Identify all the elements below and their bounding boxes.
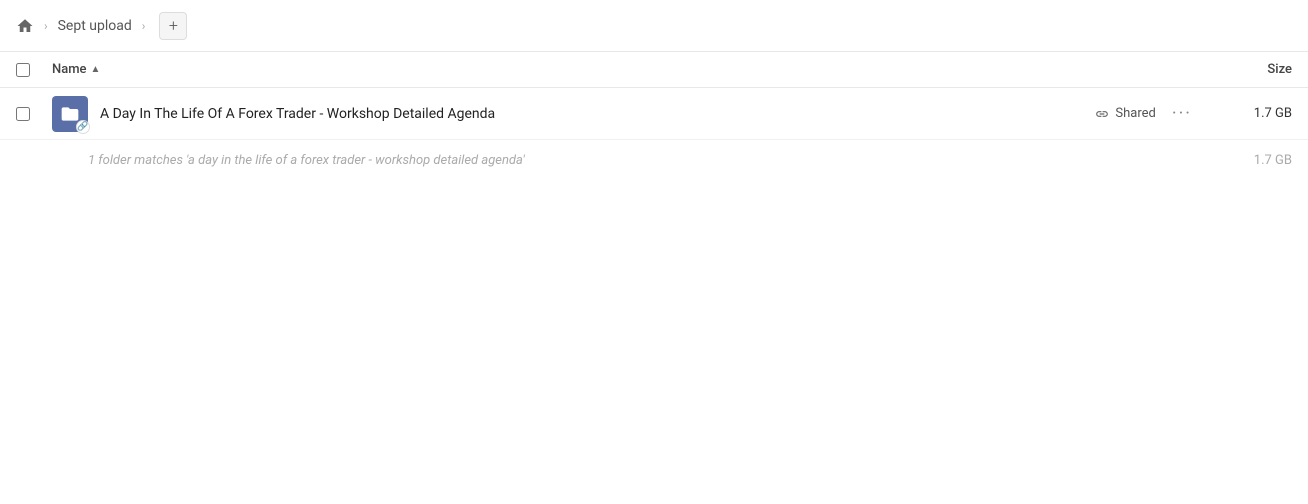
shared-link-overlay-icon: 🔗: [76, 120, 90, 134]
summary-text: 1 folder matches 'a day in the life of a…: [88, 153, 1212, 168]
table-row[interactable]: 🔗 A Day In The Life Of A Forex Trader - …: [0, 88, 1308, 140]
row-checkbox-container[interactable]: [16, 107, 52, 121]
home-icon: [16, 17, 34, 35]
breadcrumb-bar: › Sept upload › +: [0, 0, 1308, 52]
shared-label: Shared: [1115, 106, 1155, 121]
breadcrumb-add-button[interactable]: +: [159, 12, 187, 40]
column-headers: Name ▲ Size: [0, 52, 1308, 88]
folder-icon: 🔗: [52, 96, 88, 132]
summary-row: 1 folder matches 'a day in the life of a…: [0, 140, 1308, 180]
file-size: 1.7 GB: [1212, 106, 1292, 121]
select-all-checkbox-container[interactable]: [16, 63, 52, 77]
breadcrumb-sept-upload[interactable]: Sept upload: [58, 18, 132, 34]
column-name-header[interactable]: Name ▲: [52, 62, 1192, 77]
link-icon: [1095, 107, 1109, 121]
select-all-checkbox[interactable]: [16, 63, 30, 77]
file-name: A Day In The Life Of A Forex Trader - Wo…: [100, 106, 1095, 122]
row-checkbox[interactable]: [16, 107, 30, 121]
more-options-button[interactable]: ···: [1172, 105, 1192, 123]
home-breadcrumb[interactable]: [16, 17, 34, 35]
summary-size: 1.7 GB: [1212, 153, 1292, 168]
column-size-header: Size: [1192, 62, 1292, 77]
column-name-label: Name: [52, 62, 87, 77]
breadcrumb-separator-2: ›: [142, 19, 146, 33]
breadcrumb-separator-1: ›: [44, 19, 48, 33]
sort-arrow-icon: ▲: [91, 64, 101, 75]
shared-indicator: Shared: [1095, 106, 1155, 121]
